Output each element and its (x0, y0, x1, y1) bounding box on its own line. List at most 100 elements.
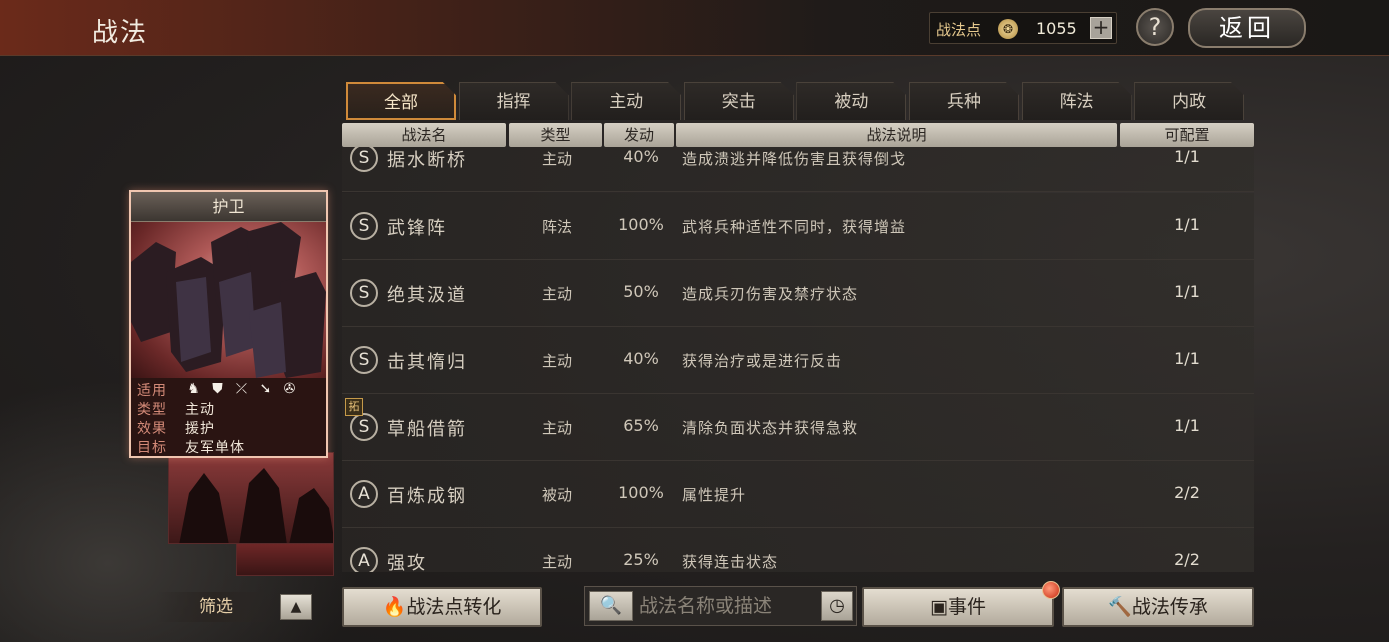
triangle-up-icon: ▲ (290, 599, 302, 615)
category-tabs: 全部 指挥 主动 突击 被动 兵种 阵法 内政 (346, 82, 1252, 120)
page-title: 战法 (92, 18, 149, 48)
add-points-button[interactable]: + (1090, 17, 1112, 39)
card-effect-row: 效果 援护 (137, 418, 322, 437)
troop-icons: ♞ ⛊ ⤫ ➘ ✇ (185, 381, 298, 398)
tab-internal[interactable]: 内政 (1134, 82, 1245, 120)
convert-points-button[interactable]: 🔥战法点转化 (342, 587, 542, 627)
table-row[interactable]: A 强攻 主动 25% 获得连击状态 2/2 (342, 528, 1254, 572)
table-row[interactable]: S 击其惰归 主动 40% 获得治疗或是进行反击 1/1 (342, 327, 1254, 394)
convert-points-label: 战法点转化 (406, 596, 502, 618)
flame-icon: 🔥 (382, 596, 407, 618)
tactic-points-value: 1055 (1036, 19, 1077, 38)
tactic-type: 主动 (541, 553, 572, 571)
archer-icon: ⤫ (235, 381, 248, 397)
filter-label: 筛选 (156, 592, 276, 622)
column-header-name[interactable]: 战法名 (342, 123, 506, 147)
shield-icon: ⛊ (212, 381, 223, 397)
tactic-name: 绝其汲道 (387, 285, 467, 306)
card-type-row: 类型 主动 (137, 399, 322, 418)
hammer-icon: 🔨 (1108, 596, 1132, 618)
tactic-configurable: 1/1 (1174, 147, 1200, 166)
table-row[interactable]: S 草船借箭 主动 65% 清除负面状态并获得急救 1/1 (342, 394, 1254, 461)
notification-dot (1042, 581, 1060, 599)
inherit-tactic-label: 战法传承 (1131, 596, 1208, 618)
tactic-point-icon: ❂ (998, 19, 1018, 39)
table-row[interactable]: A 百炼成钢 被动 100% 属性提升 2/2 (342, 461, 1254, 528)
search-icon[interactable]: 🔍 (589, 591, 633, 621)
search-box: 🔍 ◷ (584, 586, 857, 626)
column-header-description[interactable]: 战法说明 (676, 123, 1117, 147)
tab-command[interactable]: 指挥 (458, 82, 569, 120)
tactic-name: 草船借箭 (387, 419, 467, 440)
tactic-description: 造成溃逃并降低伤害且获得倒戈 (682, 150, 907, 168)
column-header-type[interactable]: 类型 (509, 123, 602, 147)
tactic-type: 主动 (541, 285, 572, 303)
history-clock-icon[interactable]: ◷ (821, 591, 853, 621)
target-value: 友军单体 (185, 440, 245, 456)
grade-badge: A (350, 480, 378, 508)
search-input[interactable] (639, 592, 815, 620)
tactic-type: 主动 (541, 419, 572, 437)
table-row[interactable]: S 绝其汲道 主动 50% 造成兵刃伤害及禁疗状态 1/1 (342, 260, 1254, 327)
card-title: 护卫 (131, 192, 326, 222)
spear-icon: ➘ (259, 381, 272, 397)
tactic-type: 主动 (541, 150, 572, 168)
inherit-tactic-button[interactable]: 🔨战法传承 (1062, 587, 1254, 627)
tactic-rate: 100% (618, 215, 664, 234)
tactic-configurable: 1/1 (1174, 282, 1200, 301)
tactic-name: 击其惰归 (387, 352, 467, 373)
grade-badge: S (350, 413, 378, 441)
tactic-rate: 40% (623, 349, 659, 368)
tab-active[interactable]: 主动 (571, 82, 682, 120)
warriors-silhouette-icon (179, 468, 333, 543)
card-info: 适用 ♞ ⛊ ⤫ ➘ ✇ 类型 主动 效果 援护 目标 友军单体 (131, 378, 326, 456)
tab-all[interactable]: 全部 (346, 82, 456, 120)
tab-formation[interactable]: 阵法 (1021, 82, 1132, 120)
tactic-rate: 65% (623, 416, 659, 435)
tactic-description: 获得连击状态 (682, 553, 779, 571)
table-header: 战法名 类型 发动 战法说明 可配置 (342, 123, 1254, 147)
tab-passive[interactable]: 被动 (796, 82, 907, 120)
alert-book-icon: ▣ (930, 596, 948, 618)
tactic-configurable: 1/1 (1174, 215, 1200, 234)
tactic-rate: 25% (623, 550, 659, 569)
tactic-description: 获得治疗或是进行反击 (682, 352, 843, 370)
card-applies-row: 适用 ♞ ⛊ ⤫ ➘ ✇ (137, 380, 322, 399)
tactic-type: 主动 (541, 352, 572, 370)
tactic-description: 造成兵刃伤害及禁疗状态 (682, 285, 859, 303)
tactics-table: S 据水断桥 主动 40% 造成溃逃并降低伤害且获得倒戈 1/1 S 武锋阵 阵… (342, 147, 1254, 572)
table-row[interactable]: S 武锋阵 阵法 100% 武将兵种适性不同时，获得增益 1/1 (342, 193, 1254, 260)
grade-badge: S (350, 346, 378, 374)
expand-badge: 拓 (345, 398, 363, 416)
tactic-points-box: 战法点 ❂ 1055 + (929, 12, 1117, 44)
column-header-rate[interactable]: 发动 (604, 123, 674, 147)
tab-assault[interactable]: 突击 (683, 82, 794, 120)
target-label: 目标 (137, 440, 167, 456)
chariot-icon: ✇ (283, 381, 296, 397)
help-button[interactable]: ? (1136, 8, 1174, 46)
tactic-rate: 100% (618, 483, 664, 502)
tactic-name: 强攻 (387, 553, 427, 572)
type-value: 主动 (185, 402, 215, 418)
tactic-configurable: 2/2 (1174, 550, 1200, 569)
cavalry-icon: ♞ (187, 381, 200, 397)
events-button[interactable]: ▣事件 (862, 587, 1054, 627)
tactic-name: 据水断桥 (387, 150, 467, 171)
tactic-configurable: 1/1 (1174, 416, 1200, 435)
tactic-type: 阵法 (541, 218, 572, 236)
selected-tactic-card[interactable]: 护卫 适用 ♞ ⛊ ⤫ ➘ ✇ 类型 主动 效果 援护 目标 友军单体 (129, 190, 328, 458)
tactic-configurable: 1/1 (1174, 349, 1200, 368)
table-row[interactable]: S 据水断桥 主动 40% 造成溃逃并降低伤害且获得倒戈 1/1 (342, 147, 1254, 192)
tab-troop[interactable]: 兵种 (908, 82, 1019, 120)
events-label: 事件 (947, 596, 986, 618)
back-button[interactable]: 返回 (1188, 8, 1306, 48)
tactic-rate: 50% (623, 282, 659, 301)
card-stack-middle (168, 452, 334, 544)
top-bar: 战法 战法点 ❂ 1055 + ? 返回 (0, 0, 1389, 56)
tactic-description: 武将兵种适性不同时，获得增益 (682, 218, 907, 236)
column-header-configurable[interactable]: 可配置 (1120, 123, 1254, 147)
grade-badge: S (350, 212, 378, 240)
grade-badge: S (350, 279, 378, 307)
type-label: 类型 (137, 402, 167, 418)
filter-toggle-button[interactable]: ▲ (280, 594, 312, 620)
